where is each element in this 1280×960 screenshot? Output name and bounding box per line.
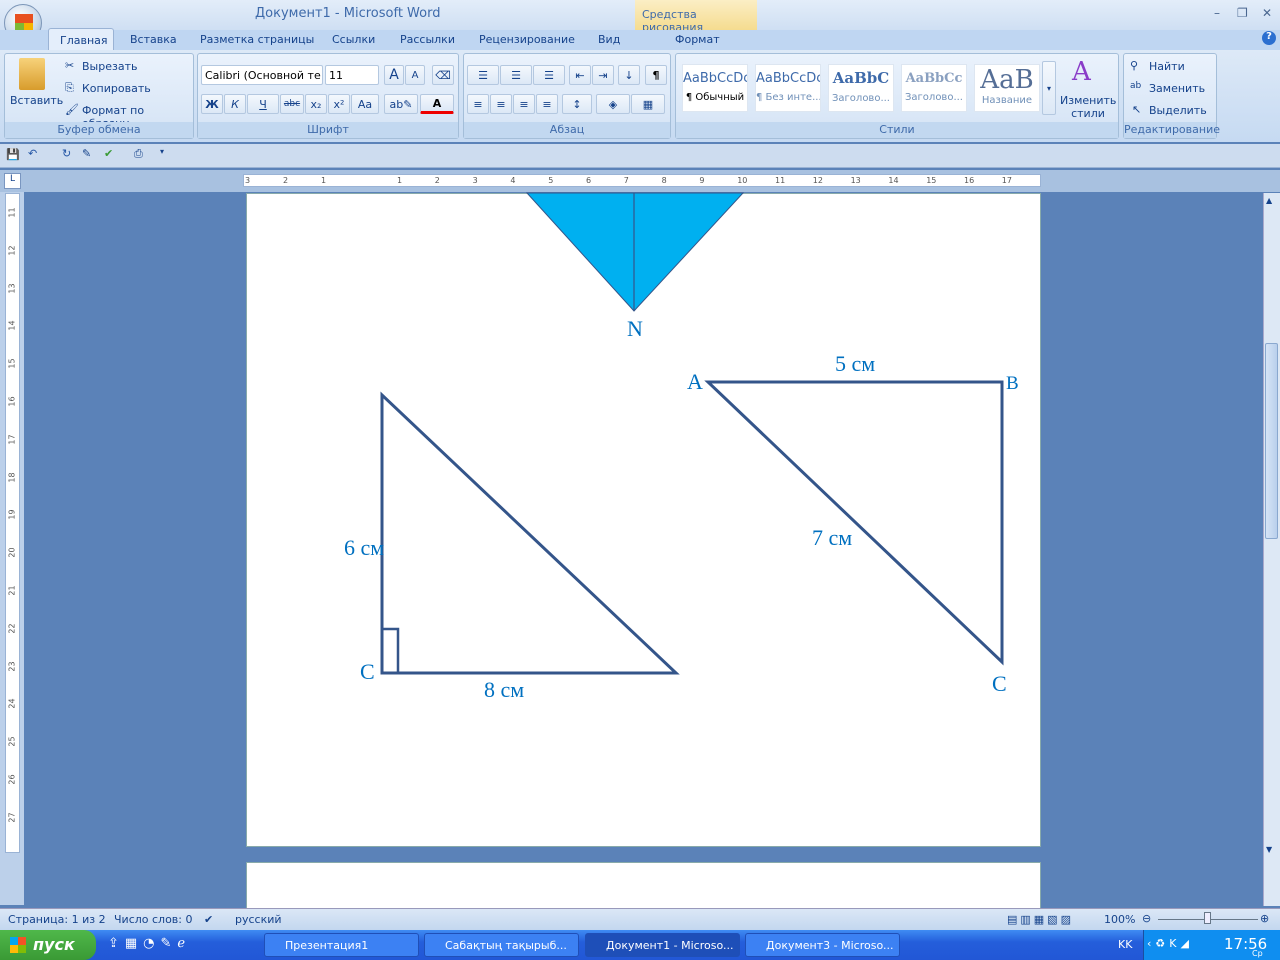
blue-triangle-shape[interactable] — [525, 192, 745, 312]
task-document1[interactable]: Документ1 - Microso... — [585, 933, 740, 957]
zoom-out-icon[interactable]: ⊖ — [1142, 912, 1151, 925]
task-document-sabaq[interactable]: Сабақтың тақырыб... — [424, 933, 579, 957]
label-6cm: 6 см — [344, 535, 384, 560]
zoom-slider[interactable]: ⊖ ⊕ — [1142, 912, 1272, 926]
proofing-icon[interactable]: ✔ — [204, 913, 213, 926]
zoom-level[interactable]: 100% — [1104, 913, 1135, 926]
label-a: A — [687, 369, 703, 394]
label-7cm: 7 см — [812, 525, 852, 550]
windows-logo-icon — [10, 937, 26, 953]
task-document3[interactable]: Документ3 - Microso... — [745, 933, 900, 957]
label-8cm: 8 см — [484, 677, 524, 702]
scroll-up-icon[interactable]: ▲ — [1266, 196, 1272, 205]
right-triangle-left[interactable] — [380, 391, 680, 675]
tray-icons[interactable]: ‹♻K◢ — [1147, 937, 1193, 950]
language-indicator[interactable]: KK — [1118, 938, 1132, 951]
scrollbar-thumb[interactable] — [1265, 343, 1278, 539]
view-buttons-icon[interactable]: ▤▥▦▧▨ — [1007, 913, 1074, 926]
quick-launch-icons[interactable]: ⇪▦◔✎ℯ — [108, 936, 191, 951]
label-c-right: C — [992, 671, 1007, 696]
language[interactable]: русский — [235, 913, 282, 926]
word-count[interactable]: Число слов: 0 — [114, 913, 193, 926]
zoom-thumb[interactable] — [1204, 912, 1211, 924]
right-angle-mark — [380, 627, 400, 675]
label-c-left: C — [360, 659, 375, 684]
label-5cm: 5 см — [835, 351, 875, 376]
label-n: N — [627, 316, 643, 341]
zoom-in-icon[interactable]: ⊕ — [1260, 912, 1269, 925]
task-presentation[interactable]: Презентация1 — [264, 933, 419, 957]
triangle-abc-right[interactable] — [704, 380, 1004, 666]
drawing-canvas: N 6 см C 8 см A B C 5 см 7 см — [344, 192, 1019, 702]
scroll-down-icon[interactable]: ▼ — [1266, 845, 1272, 854]
page-count[interactable]: Страница: 1 из 2 — [8, 913, 106, 926]
clock-day: Ср — [1252, 949, 1263, 958]
vertical-scrollbar[interactable] — [1263, 193, 1280, 906]
label-b: B — [1006, 373, 1019, 394]
